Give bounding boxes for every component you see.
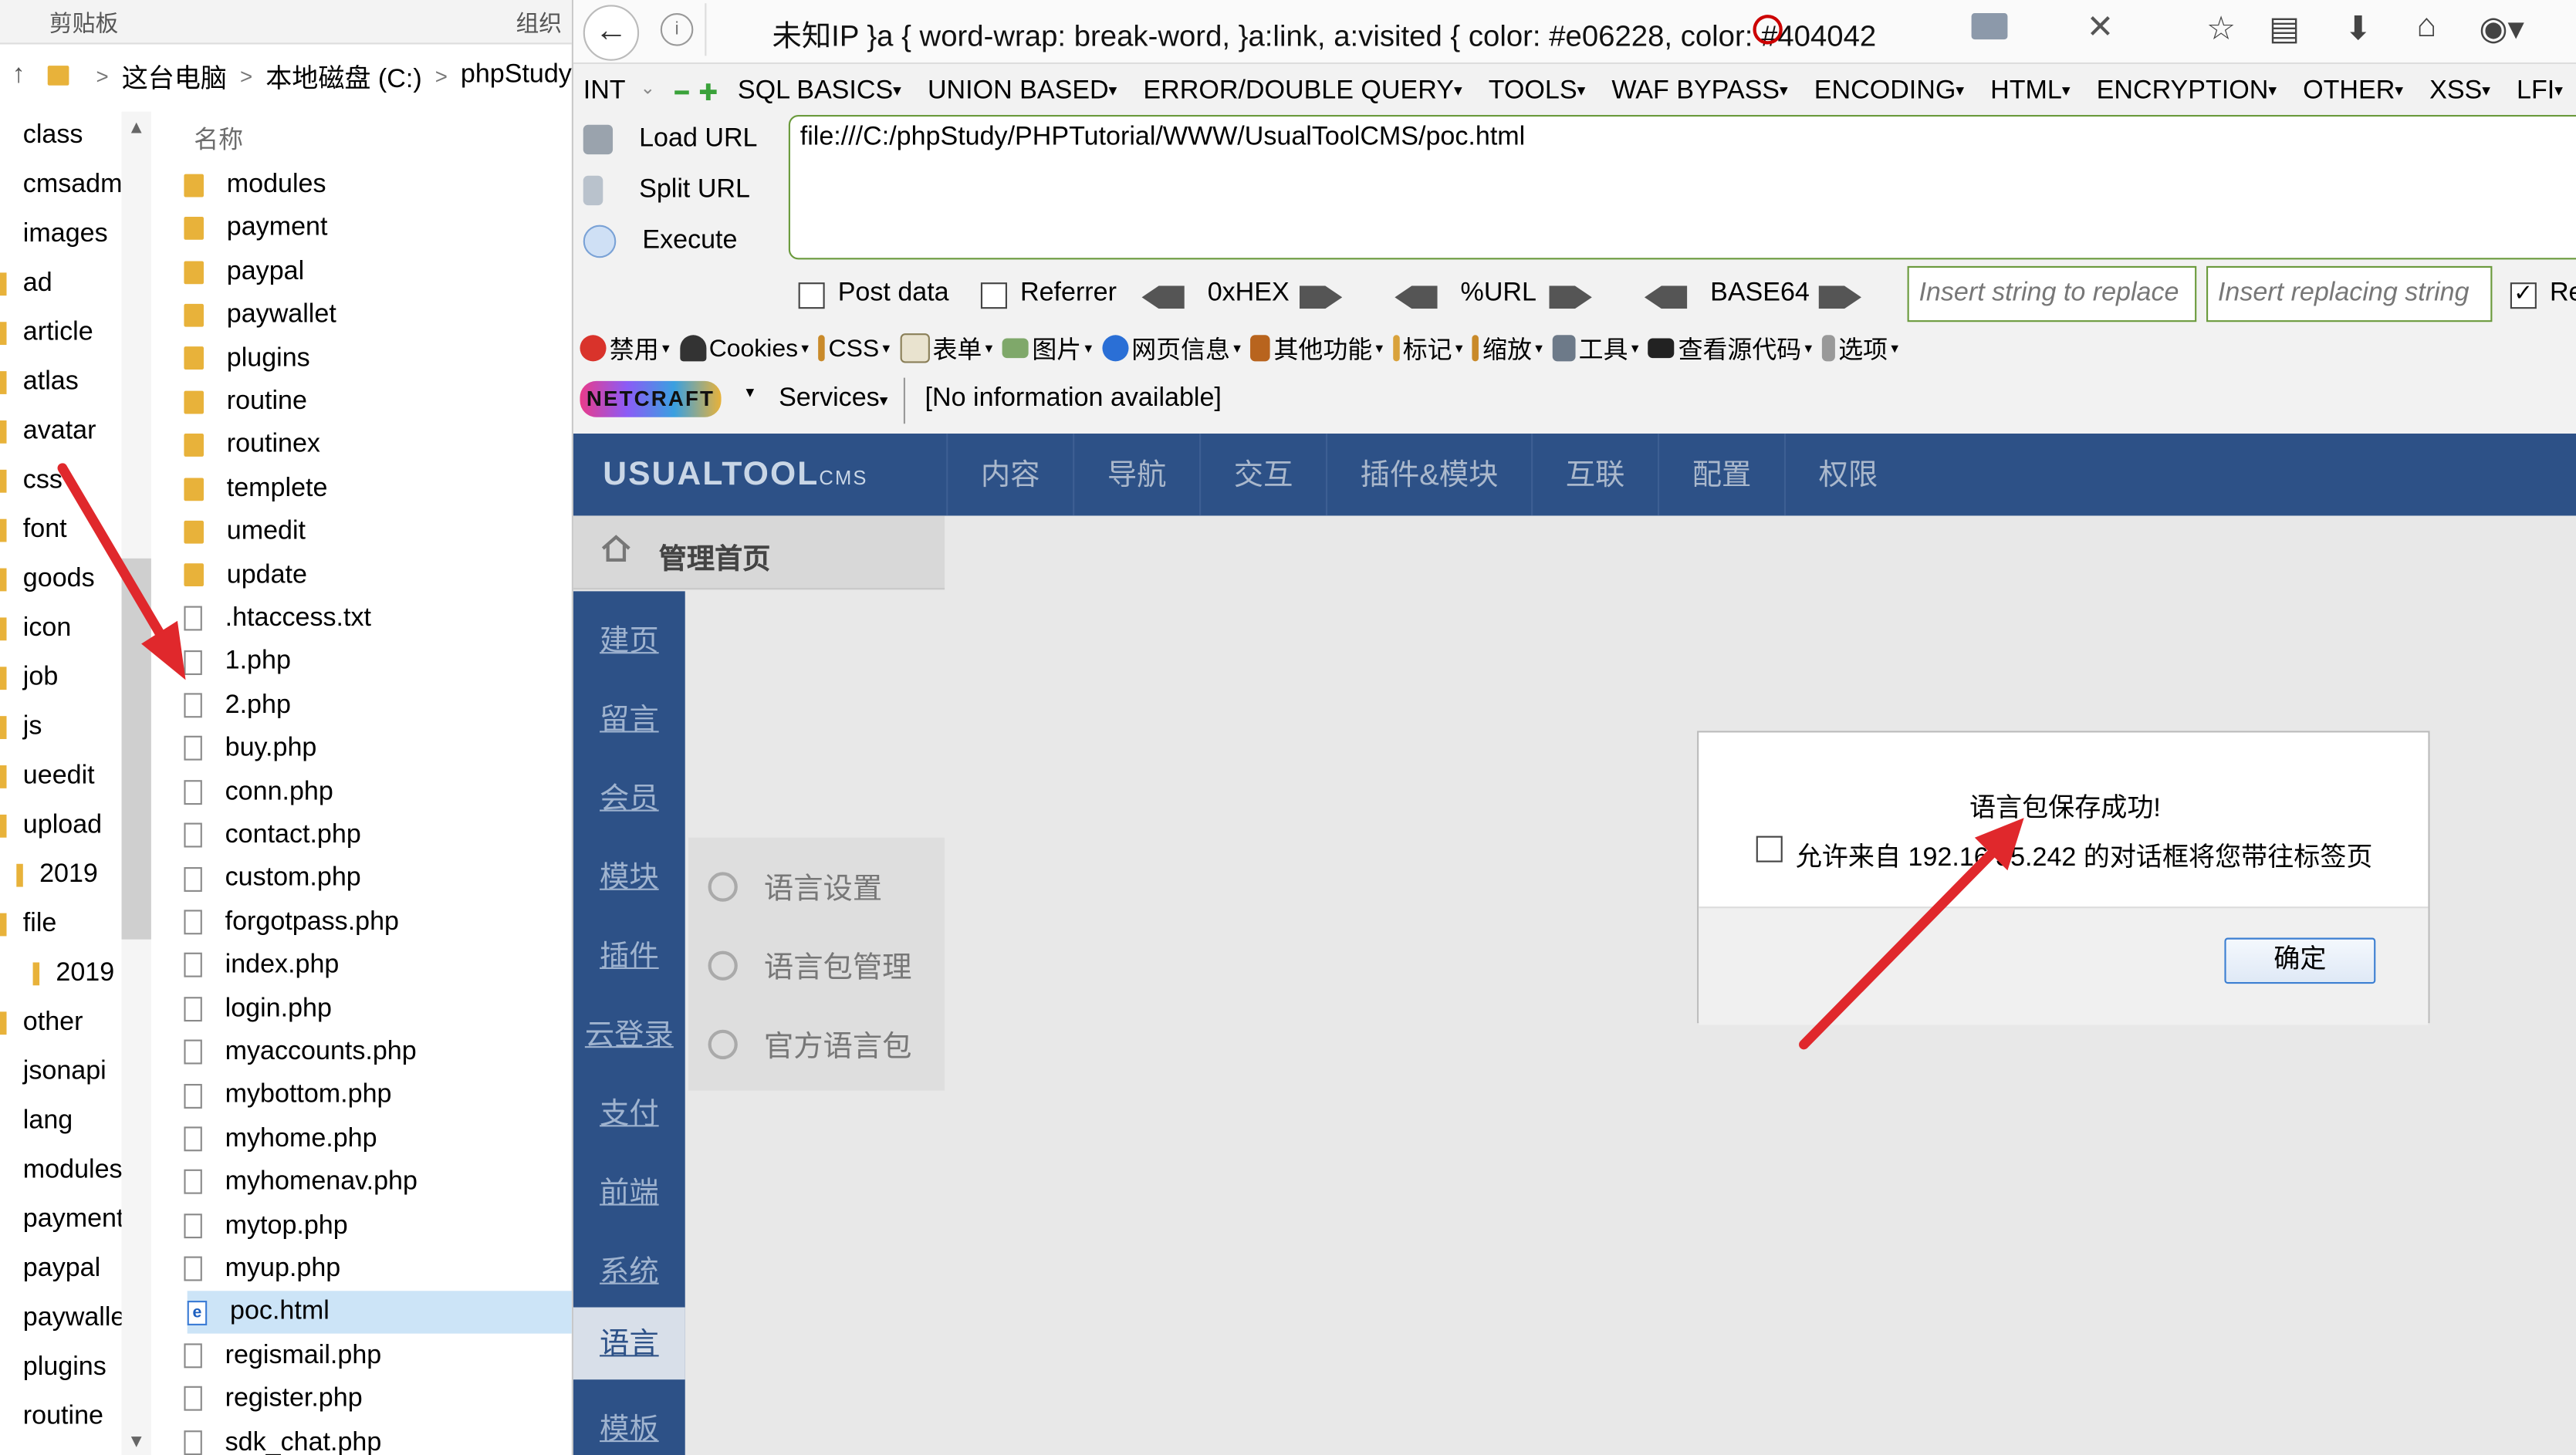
screenshot: 剪贴板 组织 ↑ > 这台电脑 > 本地磁盘 (C:) > phpStudy c… [0,0,2576,1455]
annotation-arrows [57,463,2024,1050]
red-arrow-icon [57,463,186,680]
red-arrow-icon [1799,818,2024,1050]
